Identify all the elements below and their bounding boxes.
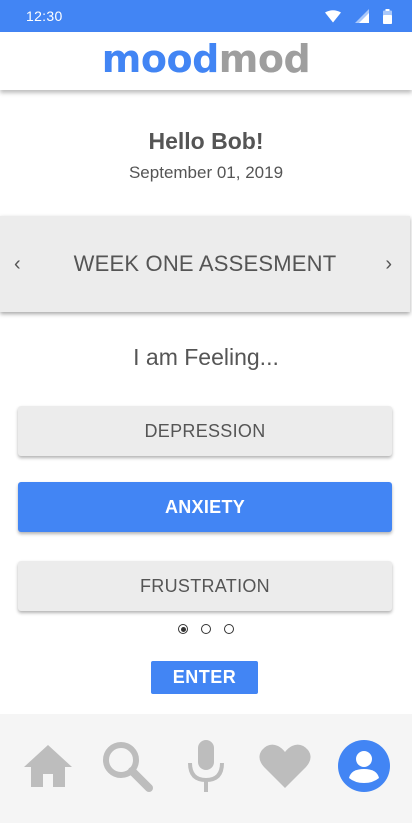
microphone-icon (187, 739, 224, 792)
page-dot-1[interactable] (178, 624, 188, 634)
nav-microphone[interactable] (174, 734, 238, 798)
search-icon (102, 741, 153, 792)
greeting-title: Hello Bob! (148, 128, 264, 154)
app-header: moodmod (0, 32, 412, 90)
status-time: 12:30 (26, 8, 63, 24)
enter-button[interactable]: ENTER (151, 661, 258, 694)
week-title: WEEK ONE ASSESMENT (73, 251, 337, 276)
nav-favorites[interactable] (253, 734, 317, 798)
logo-part-mod: mod (218, 37, 311, 81)
page-dot-3[interactable] (224, 624, 234, 634)
page-dot-2[interactable] (201, 624, 211, 634)
nav-profile[interactable] (332, 734, 396, 798)
greeting-date: September 01, 2019 (128, 163, 284, 182)
mood-button-frustration[interactable]: FRUSTRATION (18, 561, 392, 611)
chevron-right-icon[interactable]: › (385, 254, 392, 274)
chevron-left-icon[interactable]: ‹ (14, 254, 21, 274)
screen: 12:30 moodmod Hello Bob! September 01, 2… (0, 0, 412, 823)
profile-icon (338, 739, 391, 792)
battery-icon (383, 8, 392, 24)
feeling-prompt: I am Feeling... (133, 344, 279, 370)
app-logo: moodmod (101, 37, 311, 81)
signal-icon (355, 9, 369, 23)
logo-part-mood: mood (101, 37, 220, 81)
bottom-nav (0, 714, 412, 823)
nav-search[interactable] (95, 734, 159, 798)
mood-button-anxiety[interactable]: ANXIETY (18, 482, 392, 532)
nav-home[interactable] (16, 734, 80, 798)
page-indicator (0, 624, 412, 634)
mood-button-depression[interactable]: DEPRESSION (18, 406, 392, 456)
status-icons (325, 8, 392, 24)
wifi-icon (325, 9, 341, 22)
week-banner: ‹ WEEK ONE ASSESMENT › (0, 216, 410, 312)
home-icon (23, 744, 72, 787)
status-bar: 12:30 (0, 0, 412, 32)
heart-icon (259, 744, 311, 788)
